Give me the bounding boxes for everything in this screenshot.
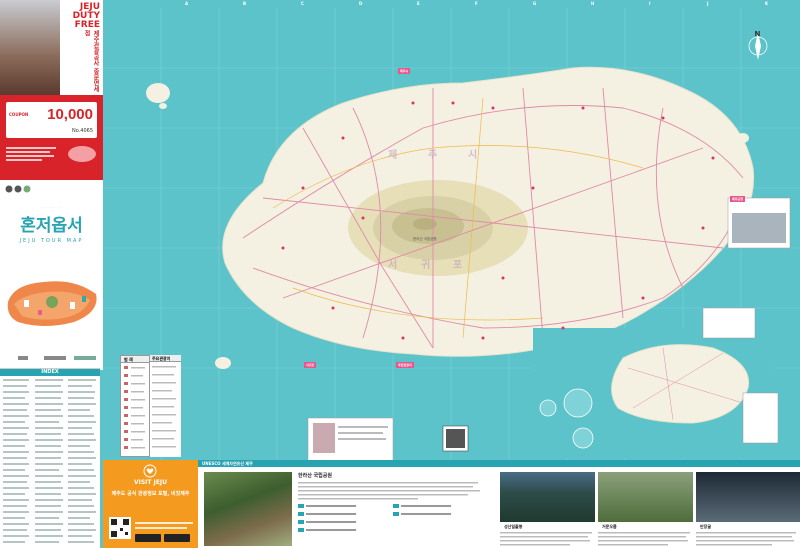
district-label: 주 xyxy=(428,149,437,161)
district-label: 포 xyxy=(453,259,462,271)
photo-descriptions xyxy=(500,532,796,546)
unesco-logos xyxy=(5,185,31,193)
jeju-outline-icon xyxy=(68,146,96,162)
visit-jeju-title: VISIT JEJU xyxy=(133,479,168,486)
legend-attractions: 주요관광지 xyxy=(149,355,181,457)
grid-letter: J xyxy=(707,1,709,6)
map-box[interactable]: 추천관광지 xyxy=(396,362,414,368)
ad-subtitle: 제주관광공사 중문면세점 xyxy=(83,30,99,93)
left-panel: JEJU DUTY FREE 제주관광공사 중문면세점 COUPON 10,00… xyxy=(0,0,103,370)
legend-attractions-header: 주요관광지 xyxy=(150,355,181,362)
island-illustration xyxy=(7,281,97,326)
grid-letter: E xyxy=(417,1,420,6)
unesco-bar: UNESCO 세계자연유산 제주 xyxy=(198,460,800,467)
map-subtitle: JEJU TOUR MAP xyxy=(19,238,84,244)
hallasan-description xyxy=(298,482,480,532)
visit-jeju-panel[interactable]: VISIT JEJU 제주도 공식 관광정보 포털, 비짓제주 xyxy=(103,460,198,548)
north-arrow-label: N xyxy=(755,30,761,38)
coupon-number: No.4065 xyxy=(71,128,93,134)
grid-letter: C xyxy=(301,1,304,6)
hallasan-photo xyxy=(204,472,292,546)
coupon-label: COUPON xyxy=(9,112,29,117)
ad-info xyxy=(6,145,66,175)
grid-letter: A xyxy=(185,1,189,6)
grid-letter: D xyxy=(359,1,363,6)
google-play-badge[interactable] xyxy=(135,534,161,542)
district-label: 시 xyxy=(468,149,477,161)
heart-icon xyxy=(143,464,157,478)
peak-label: 한라산 국립공원 xyxy=(413,236,437,241)
map-grid-letters: A B C D E F G H I J K xyxy=(103,0,800,8)
grid-letter: F xyxy=(475,1,478,6)
district-label: 귀 xyxy=(421,258,430,271)
geomun-photo xyxy=(598,472,693,522)
island-map[interactable]: 제 주 시 서 귀 포 한라산 국립공원 N xyxy=(103,8,800,468)
coupon[interactable]: COUPON 10,000 No.4065 xyxy=(6,102,97,138)
index-listing xyxy=(3,379,96,543)
grid-letter: G xyxy=(533,1,537,6)
qr-code-icon[interactable] xyxy=(109,517,131,539)
grid-letter: B xyxy=(243,1,247,6)
grid-letter: I xyxy=(649,1,651,6)
ad-top: JEJU DUTY FREE 제주관광공사 중문면세점 xyxy=(0,0,103,95)
hallasan-title: 한라산 국립공원 xyxy=(298,473,332,479)
map-title: 혼저옵서 xyxy=(20,216,83,236)
district-label: 서 xyxy=(388,258,397,271)
district-label: 제 xyxy=(388,148,397,161)
partner-logos xyxy=(18,348,98,360)
unesco-section: UNESCO 세계자연유산 제주 한라산 국립공원 성산일출봉 거문오름 만장굴 xyxy=(198,460,800,548)
manjanggul-photo xyxy=(696,472,800,522)
visit-jeju-desc: 제주도 공식 관광정보 포털, 비짓제주 xyxy=(111,491,190,497)
legend-attraction-list xyxy=(152,366,176,448)
grid-letter: K xyxy=(765,1,769,6)
duty-free-ad[interactable]: JEJU DUTY FREE 제주관광공사 중문면세점 COUPON 10,00… xyxy=(0,0,103,180)
map-box[interactable]: 제주시 xyxy=(398,68,411,74)
map-box[interactable]: 서귀포 xyxy=(304,362,317,368)
legend-symbols xyxy=(124,366,145,449)
index-header: INDEX xyxy=(0,369,100,376)
ad-brand: JEJU DUTY FREE xyxy=(72,2,100,30)
seongsan-photo xyxy=(500,472,595,522)
index-panel: INDEX xyxy=(0,368,100,548)
title-block: · · · · · · · · · · · 혼저옵서 JEJU TOUR MAP xyxy=(0,205,103,244)
app-store-badge[interactable] xyxy=(164,534,190,542)
grid-letter: H xyxy=(591,1,595,6)
map-box[interactable]: 제주공항 xyxy=(730,196,746,202)
jeju-tour-map: JEJU DUTY FREE 제주관광공사 중문면세점 COUPON 10,00… xyxy=(0,0,800,548)
coupon-value: 10,000 xyxy=(47,106,93,123)
ad-photo xyxy=(0,0,60,95)
